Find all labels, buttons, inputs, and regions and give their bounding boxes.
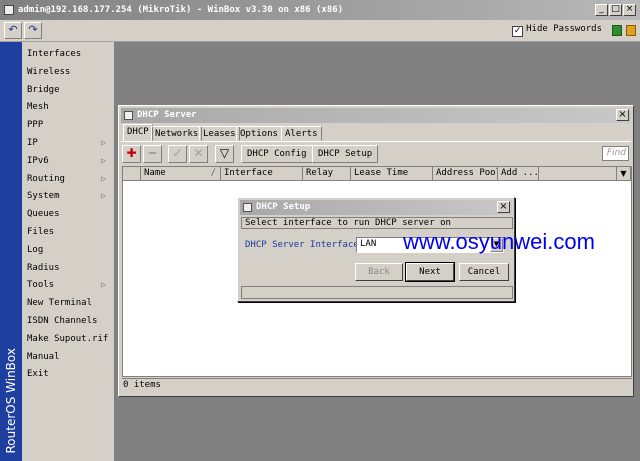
- maximize-button[interactable]: □: [609, 4, 622, 16]
- column-header-interface[interactable]: Interface: [221, 167, 303, 181]
- dhcp-setup-title-bar[interactable]: DHCP Setup ×: [240, 200, 512, 215]
- enable-icon[interactable]: ✓: [168, 145, 187, 163]
- cancel-button[interactable]: Cancel: [459, 263, 509, 281]
- menu-item-files[interactable]: Files: [22, 223, 114, 241]
- submenu-arrow-icon: ▷: [101, 191, 106, 201]
- column-header-add-arp[interactable]: Add ...: [498, 167, 539, 181]
- window-title: admin@192.168.177.254 (MikroTik) - WinBo…: [18, 5, 344, 15]
- find-input[interactable]: Find: [602, 146, 629, 161]
- submenu-arrow-icon: ▷: [101, 280, 106, 290]
- window-title-bar: admin@192.168.177.254 (MikroTik) - WinBo…: [0, 0, 640, 20]
- window-icon: [124, 111, 133, 120]
- dhcp-server-title-bar[interactable]: DHCP Server ×: [121, 108, 631, 123]
- menu-item-interfaces[interactable]: Interfaces: [22, 45, 114, 63]
- menu-item-ipv6[interactable]: IPv6 ▷: [22, 152, 114, 170]
- tab-alerts[interactable]: Alerts: [281, 126, 322, 141]
- minimize-button[interactable]: _: [595, 4, 608, 16]
- menu-item-radius[interactable]: Radius: [22, 259, 114, 277]
- dhcp-server-interface-label: DHCP Server Interface:: [245, 240, 365, 250]
- main-menu: Interfaces Wireless Bridge Mesh PPP IP ▷ …: [22, 42, 115, 461]
- menu-item-mesh[interactable]: Mesh: [22, 98, 114, 116]
- tab-leases[interactable]: Leases: [199, 126, 240, 141]
- menu-item-wireless[interactable]: Wireless: [22, 63, 114, 81]
- submenu-arrow-icon: ▷: [101, 137, 106, 147]
- column-header-name[interactable]: Name /: [141, 167, 221, 181]
- menu-item-manual[interactable]: Manual: [22, 348, 114, 366]
- redo-icon[interactable]: ↷: [24, 22, 42, 39]
- menu-item-new-terminal[interactable]: New Terminal: [22, 294, 114, 312]
- menu-item-ip[interactable]: IP ▷: [22, 134, 114, 152]
- interface-value: LAN: [360, 239, 377, 249]
- dhcp-setup-button[interactable]: DHCP Setup: [312, 145, 379, 163]
- menu-item-routing[interactable]: Routing ▷: [22, 170, 114, 188]
- column-menu-icon[interactable]: ▼: [617, 167, 631, 181]
- brand-label: RouterOS WinBox: [4, 347, 18, 454]
- tab-dhcp[interactable]: DHCP: [123, 124, 153, 141]
- menu-item-exit[interactable]: Exit: [22, 365, 114, 383]
- column-header-lease-time[interactable]: Lease Time: [351, 167, 433, 181]
- secure-lock-icon: [612, 25, 622, 36]
- setup-instruction: Select interface to run DHCP server on: [241, 217, 513, 229]
- menu-item-make-supout[interactable]: Make Supout.rif: [22, 330, 114, 348]
- menu-item-queues[interactable]: Queues: [22, 205, 114, 223]
- menu-item-system[interactable]: System ▷: [22, 187, 114, 205]
- dhcp-setup-close-button[interactable]: ×: [497, 201, 510, 213]
- column-header-flag[interactable]: [123, 167, 141, 181]
- menu-item-ppp[interactable]: PPP: [22, 116, 114, 134]
- app-icon: [4, 5, 14, 15]
- submenu-arrow-icon: ▷: [101, 155, 106, 165]
- remove-icon[interactable]: ━: [143, 145, 162, 163]
- dhcp-server-title: DHCP Server: [137, 110, 197, 120]
- tab-divider: [121, 141, 631, 142]
- tab-networks[interactable]: Networks: [151, 126, 203, 141]
- close-button[interactable]: ×: [623, 4, 636, 16]
- watermark-text: www.osyunwei.com: [403, 229, 595, 254]
- status-icon: [626, 25, 636, 36]
- main-toolbar: ↶ ↷ ✓ Hide Passwords: [0, 20, 640, 42]
- hide-passwords-checkbox[interactable]: ✓: [512, 26, 524, 37]
- filter-icon[interactable]: ▽: [215, 145, 234, 163]
- column-header-relay[interactable]: Relay: [303, 167, 351, 181]
- next-button[interactable]: Next: [405, 262, 455, 282]
- dhcp-config-button[interactable]: DHCP Config: [241, 145, 313, 163]
- hide-passwords-toggle[interactable]: ✓ Hide Passwords: [512, 24, 602, 37]
- add-icon[interactable]: ✚: [122, 145, 141, 163]
- sort-indicator-icon: /: [210, 168, 216, 178]
- hide-passwords-label: Hide Passwords: [526, 24, 602, 34]
- submenu-arrow-icon: ▷: [101, 173, 106, 183]
- dhcp-server-close-button[interactable]: ×: [616, 109, 629, 121]
- setup-status-bar: [241, 286, 513, 299]
- column-header-empty: [539, 167, 617, 181]
- menu-item-log[interactable]: Log: [22, 241, 114, 259]
- disable-icon[interactable]: ✕: [189, 145, 208, 163]
- dhcp-server-status: 0 items: [122, 378, 632, 392]
- brand-strip: RouterOS WinBox: [0, 42, 22, 461]
- window-icon: [243, 203, 252, 212]
- back-button[interactable]: Back: [355, 263, 403, 281]
- column-header-address-pool[interactable]: Address Pool: [433, 167, 498, 181]
- menu-item-bridge[interactable]: Bridge: [22, 81, 114, 99]
- dhcp-setup-title: DHCP Setup: [256, 202, 311, 212]
- tab-options[interactable]: Options: [236, 126, 282, 141]
- menu-item-tools[interactable]: Tools ▷: [22, 276, 114, 294]
- menu-item-isdn-channels[interactable]: ISDN Channels: [22, 312, 114, 330]
- undo-icon[interactable]: ↶: [4, 22, 22, 39]
